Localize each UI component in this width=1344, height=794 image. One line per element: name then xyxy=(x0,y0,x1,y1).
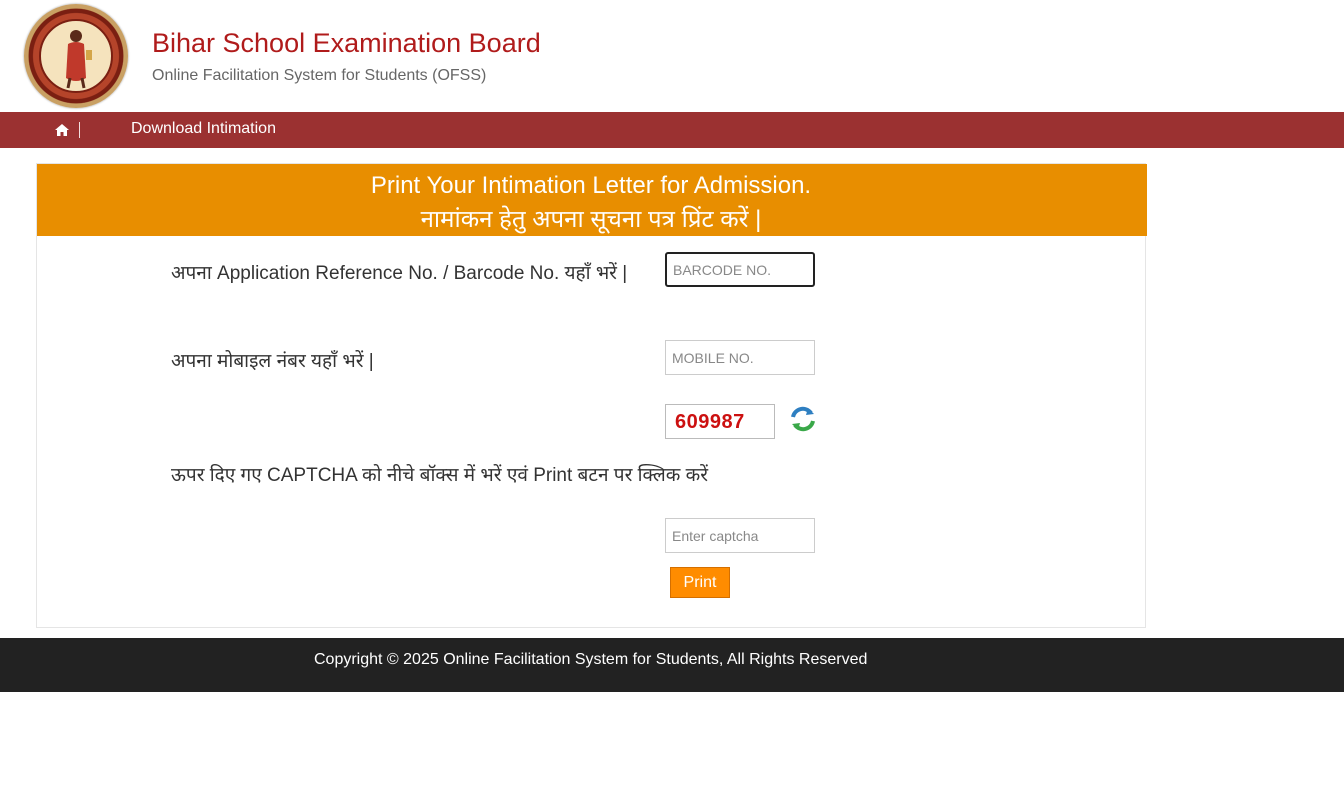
captcha-input[interactable] xyxy=(665,518,815,553)
mobile-input[interactable] xyxy=(665,340,815,375)
print-button[interactable]: Print xyxy=(670,567,730,598)
captcha-instruction: ऊपर दिए गए CAPTCHA को नीचे बॉक्स में भरे… xyxy=(171,465,709,486)
barcode-label: अपना Application Reference No. / Barcode… xyxy=(171,263,628,284)
copyright-text: Copyright © 2025 Online Facilitation Sys… xyxy=(314,651,868,668)
panel-heading-hindi: नामांकन हेतु अपना सूचना पत्र प्रिंट करें… xyxy=(420,206,762,233)
mobile-label: अपना मोबाइल नंबर यहाँ भरें | xyxy=(171,351,374,372)
nav-divider xyxy=(79,122,80,138)
bseb-seal-logo xyxy=(24,4,128,108)
intimation-panel: Print Your Intimation Letter for Admissi… xyxy=(36,163,1147,628)
site-title: Bihar School Examination Board xyxy=(152,28,541,58)
panel-heading-english: Print Your Intimation Letter for Admissi… xyxy=(370,172,812,199)
panel-heading: Print Your Intimation Letter for Admissi… xyxy=(37,164,1147,236)
home-icon[interactable] xyxy=(54,122,70,138)
captcha-image: 609987 xyxy=(665,404,775,439)
site-footer: Copyright © 2025 Online Facilitation Sys… xyxy=(0,638,1344,692)
site-header: Bihar School Examination Board Online Fa… xyxy=(0,0,1344,112)
site-subtitle: Online Facilitation System for Students … xyxy=(152,67,487,84)
barcode-input[interactable] xyxy=(665,252,815,287)
main-nav: Download Intimation xyxy=(0,112,1344,148)
refresh-icon[interactable] xyxy=(789,405,817,433)
nav-item-download-intimation[interactable]: Download Intimation xyxy=(131,120,276,138)
